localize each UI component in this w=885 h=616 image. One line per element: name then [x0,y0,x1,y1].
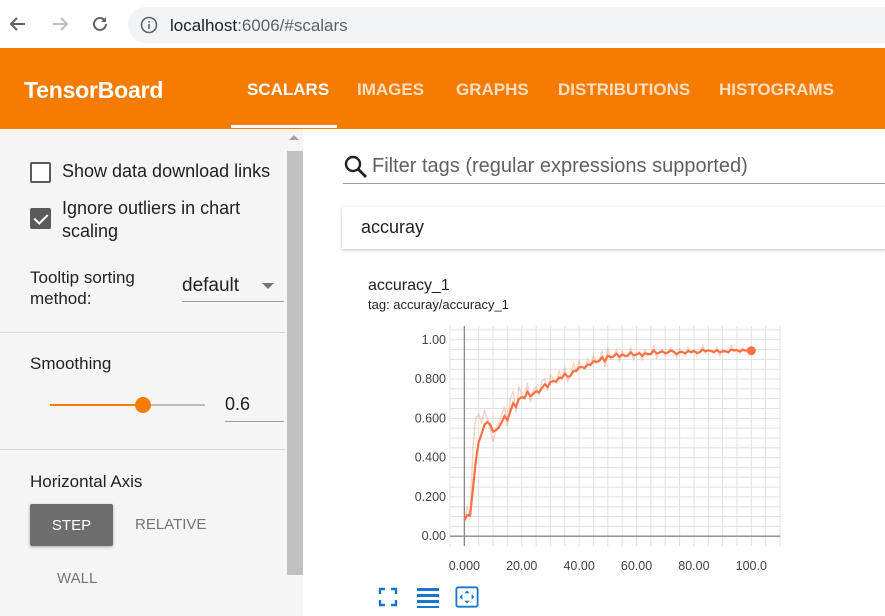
tensorboard-header: TensorBoard SCALARS IMAGES GRAPHS DISTRI… [0,48,885,129]
smoothing-slider-knob[interactable] [135,397,151,413]
select-underline [182,301,284,302]
last-point-marker [746,346,756,356]
filter-underline [343,183,885,184]
scroll-up-icon[interactable] [289,135,299,140]
forward-icon[interactable] [48,12,72,36]
show-download-checkbox[interactable] [30,162,51,183]
card-tag: tag: accuray/accuracy_1 [368,297,509,312]
y-tick-label: 0.400 [415,451,446,465]
ignore-outliers-checkbox[interactable] [30,208,51,229]
scrollbar-thumb[interactable] [287,151,303,575]
y-tick-label: 0.800 [415,372,446,386]
y-tick-label: 0.600 [415,411,446,425]
tooltip-sorting-label-line1: Tooltip sorting [30,268,135,287]
axis-step-button[interactable]: STEP [30,504,113,546]
category-title: accuray [361,217,425,237]
y-tick-label: 0.00 [422,529,446,543]
smoothing-input[interactable]: 0.6 [225,394,250,415]
sidebar-divider [0,449,285,450]
axis-wall-button[interactable]: WALL [57,570,97,587]
tab-images[interactable]: IMAGES [357,80,424,100]
sidebar-divider [0,332,285,333]
tooltip-sorting-select[interactable]: default [182,275,239,297]
url-path: :6006/#scalars [237,16,348,35]
smoothing-input-underline [225,421,284,422]
back-icon[interactable] [6,12,30,36]
x-tick-label: 40.00 [563,559,594,573]
address-bar[interactable]: localhost:6006/#scalars [128,7,885,43]
ignore-outliers-label-line1: Ignore outliers in chart [62,198,241,218]
tab-distributions[interactable]: DISTRIBUTIONS [558,80,690,100]
ignore-outliers-label-line2: scaling [62,221,119,241]
browser-toolbar: localhost:6006/#scalars [0,0,885,48]
x-tick-label: 20.00 [506,559,537,573]
fullscreen-icon[interactable] [376,585,400,609]
y-tick-label: 1.00 [422,333,446,347]
x-tick-label: 0.000 [449,559,480,573]
active-tab-indicator [231,125,337,128]
dropdown-arrow-icon[interactable] [262,283,274,289]
tab-histograms[interactable]: HISTOGRAMS [719,80,834,100]
smoothing-slider-track[interactable] [143,404,205,406]
reload-icon[interactable] [88,12,112,36]
search-icon [344,155,367,178]
show-download-label: Show data download links [62,161,271,181]
url-host: localhost [170,16,238,35]
toggle-log-scale-icon[interactable] [416,585,440,609]
x-tick-label: 100.0 [736,559,767,573]
card-title: accuracy_1 [368,277,450,294]
url-text: localhost:6006/#scalars [170,16,348,36]
filter-tags-input[interactable]: Filter tags (regular expressions support… [372,155,748,178]
tooltip-sorting-label-line2: method: [30,289,92,308]
scalar-chart[interactable]: 0.00 0.200 0.400 0.600 0.800 1.00 0.000 20.00 40… [380,320,800,580]
axis-relative-button[interactable]: RELATIVE [135,516,206,533]
x-tick-label: 80.00 [678,559,709,573]
horizontal-axis-label: Horizontal Axis [30,472,143,491]
smoothing-label: Smoothing [30,354,112,373]
y-tick-label: 0.200 [415,490,446,504]
x-tick-label: 60.00 [621,559,652,573]
smoothing-slider-active-track[interactable] [50,404,143,406]
fit-domain-icon[interactable] [455,585,479,609]
app-title: TensorBoard [24,77,164,103]
category-header[interactable]: accuray [342,207,885,249]
info-icon[interactable] [140,16,158,34]
tab-graphs[interactable]: GRAPHS [456,80,529,100]
tab-scalars[interactable]: SCALARS [247,80,329,100]
